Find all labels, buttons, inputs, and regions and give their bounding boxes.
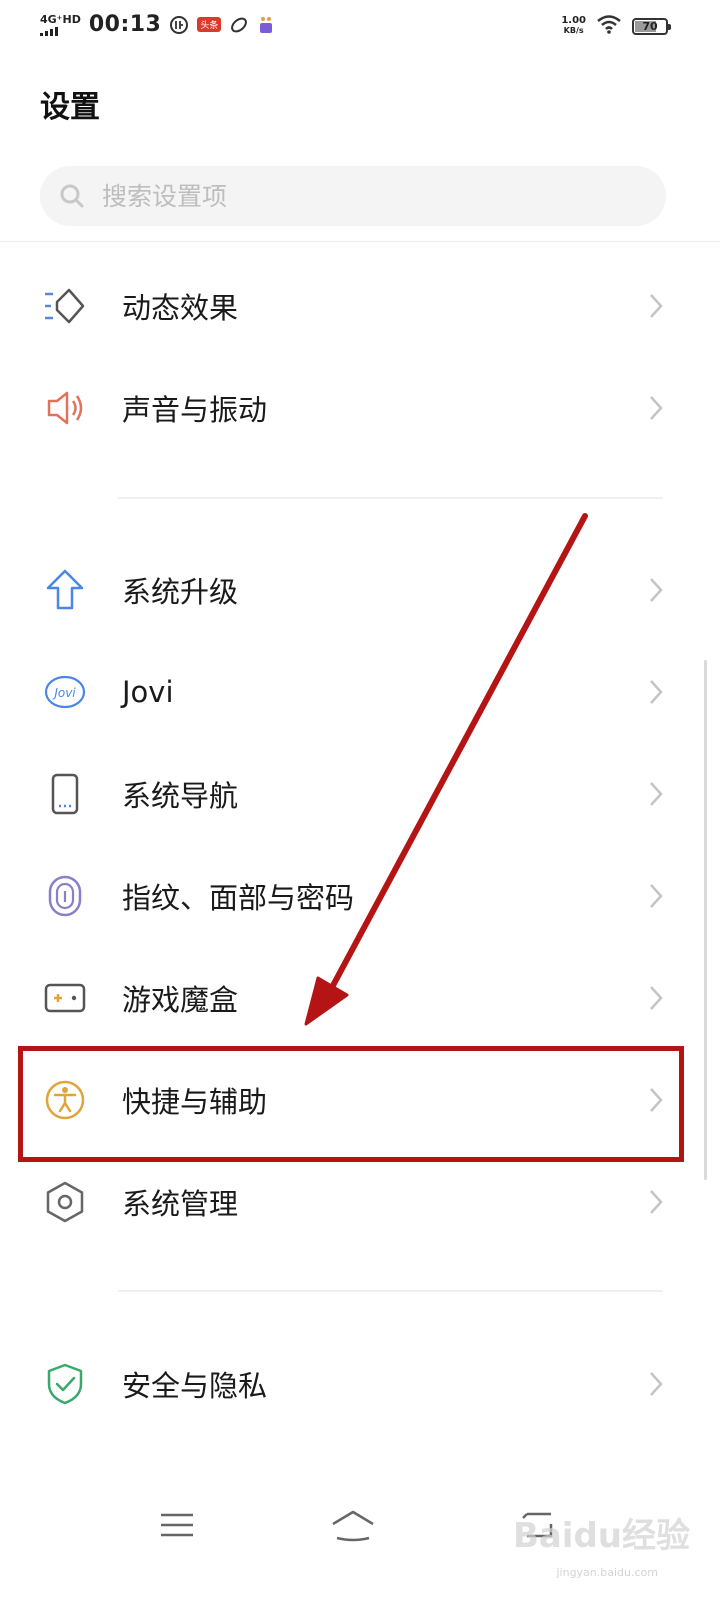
- settings-item-label: 安全与隐私: [122, 1369, 268, 1403]
- settings-item-security-privacy[interactable]: 安全与隐私: [0, 1334, 700, 1434]
- settings-item-label: 系统导航: [122, 779, 239, 813]
- settings-item-motion[interactable]: 动态效果: [0, 256, 700, 356]
- search-icon: [60, 184, 84, 208]
- chevron-right-icon: [650, 578, 663, 602]
- svg-text:Jovi: Jovi: [52, 686, 76, 700]
- group-divider: [118, 1290, 663, 1292]
- jovi-icon: Jovi: [40, 667, 90, 717]
- scrollbar[interactable]: [704, 660, 707, 1180]
- search-bar[interactable]: [40, 166, 666, 226]
- status-time: 00:13: [88, 12, 162, 37]
- search-input[interactable]: [100, 180, 604, 212]
- settings-item-label: 系统管理: [122, 1187, 239, 1221]
- hexagon-gear-icon: [40, 1177, 90, 1227]
- group-divider: [118, 497, 663, 499]
- chevron-right-icon: [650, 396, 663, 420]
- home-icon: [332, 1510, 374, 1542]
- fingerprint-icon: [40, 871, 90, 921]
- battery-indicator: 70: [632, 17, 671, 35]
- chevron-right-icon: [650, 680, 663, 704]
- chevron-right-icon: [650, 1190, 663, 1214]
- chevron-right-icon: [650, 986, 663, 1010]
- settings-item-jovi[interactable]: Jovi Jovi: [0, 642, 700, 742]
- chevron-right-icon: [650, 782, 663, 806]
- settings-item-system-management[interactable]: 系统管理: [0, 1152, 700, 1252]
- settings-item-label: 声音与振动: [122, 393, 268, 427]
- baidu-watermark-url: jingyan.baidu.com: [556, 1566, 658, 1579]
- baidu-watermark: Baidu经验: [512, 1516, 690, 1556]
- settings-item-label: 系统升级: [122, 575, 239, 609]
- status-bar: 4G⁺HD 00:13 头条 1.00 KB/s 70: [0, 0, 720, 56]
- chevron-right-icon: [650, 294, 663, 318]
- settings-item-navigation[interactable]: 系统导航: [0, 744, 700, 844]
- settings-item-sound[interactable]: 声音与振动: [0, 358, 700, 458]
- header-divider: [0, 241, 720, 242]
- page-title: 设置: [40, 90, 100, 125]
- home-button[interactable]: [328, 1500, 378, 1550]
- settings-item-fingerprint[interactable]: 指纹、面部与密码: [0, 846, 700, 946]
- settings-item-label: Jovi: [122, 675, 174, 709]
- settings-item-label: 指纹、面部与密码: [122, 881, 355, 915]
- chevron-right-icon: [650, 884, 663, 908]
- phone-icon: [40, 769, 90, 819]
- upgrade-arrow-icon: [40, 565, 90, 615]
- menu-button[interactable]: [152, 1500, 202, 1550]
- gamepad-icon: [40, 973, 90, 1023]
- network-indicator: 4G⁺HD: [40, 14, 81, 36]
- data-saver-icon: [169, 15, 189, 35]
- menu-icon: [161, 1513, 193, 1537]
- notification-badge: 头条: [197, 17, 222, 32]
- app-notification-icon-2: [257, 15, 277, 35]
- motion-effect-icon: [40, 281, 90, 331]
- app-notification-icon: [229, 15, 249, 35]
- settings-item-game-box[interactable]: 游戏魔盒: [0, 948, 700, 1048]
- settings-item-label: 游戏魔盒: [122, 983, 239, 1017]
- highlight-box: [18, 1046, 684, 1162]
- settings-item-system-upgrade[interactable]: 系统升级: [0, 540, 700, 640]
- settings-item-label: 动态效果: [122, 291, 239, 325]
- shield-check-icon: [40, 1359, 90, 1409]
- speaker-icon: [40, 383, 90, 433]
- chevron-right-icon: [650, 1372, 663, 1396]
- net-speed: 1.00 KB/s: [561, 15, 586, 36]
- wifi-icon: [596, 14, 622, 38]
